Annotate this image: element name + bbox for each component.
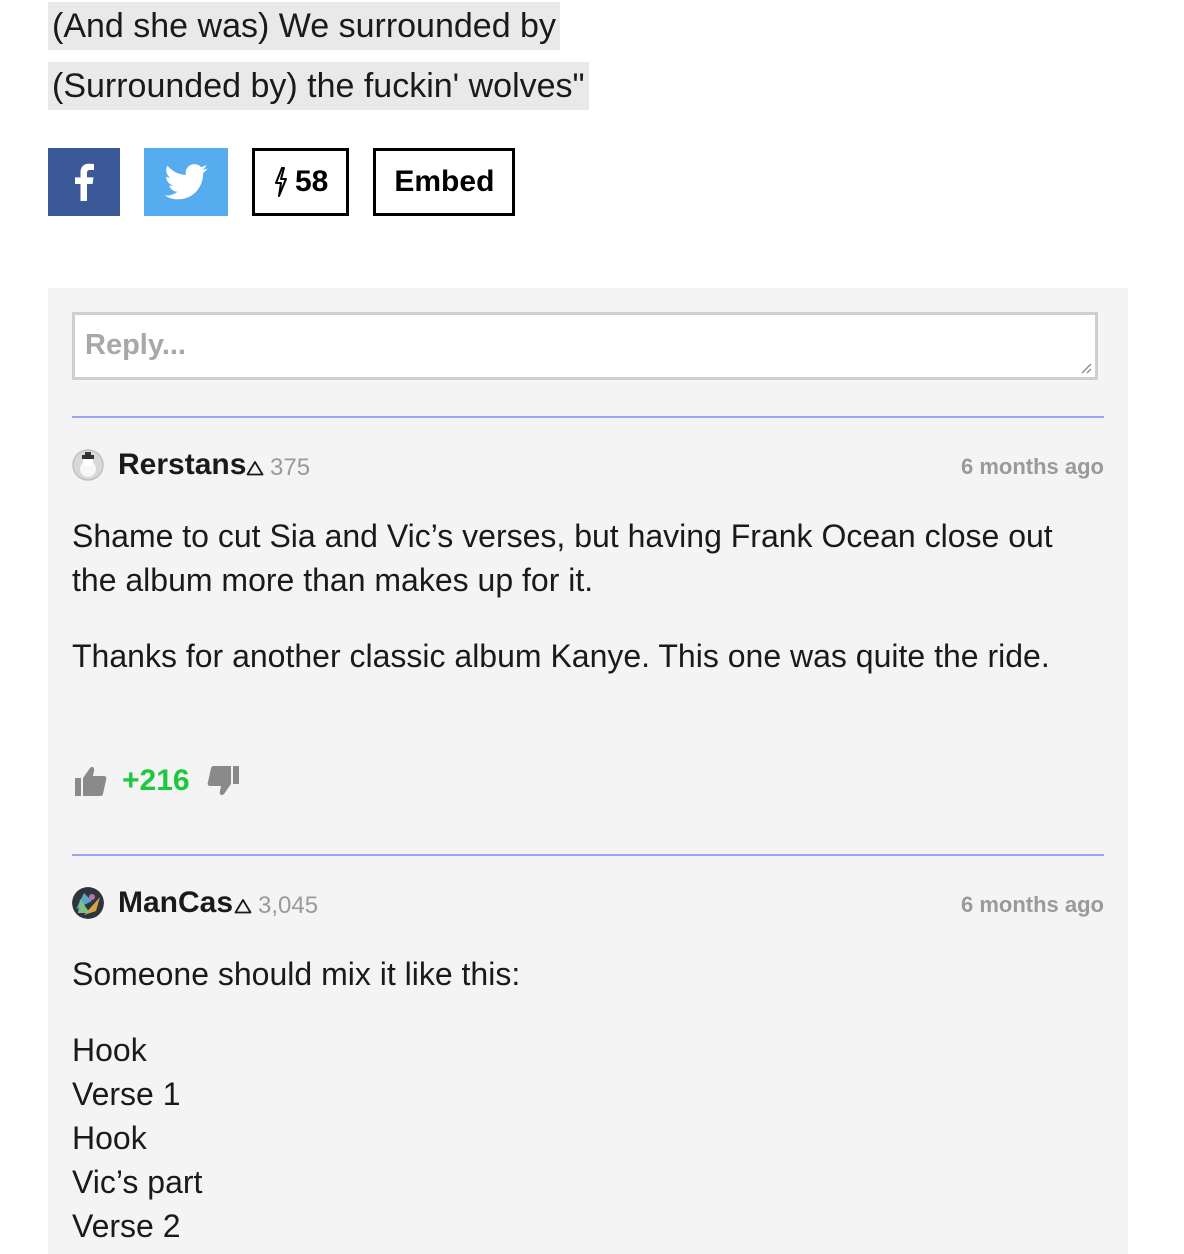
iq-score: 3,045	[234, 892, 318, 920]
comment-username[interactable]: ManCas	[118, 886, 233, 920]
list-item: Hook	[72, 1032, 147, 1068]
pyong-button[interactable]: 58	[252, 148, 350, 216]
iq-value: 375	[270, 454, 311, 481]
lyric-line[interactable]: (Surrounded by) the fuckin' wolves"	[48, 62, 589, 110]
lyrics-excerpt: (And she was) We surrounded by (Surround…	[48, 0, 589, 122]
iq-value: 3,045	[258, 892, 319, 919]
comments-panel: Reply... Rerstans 375 6 months ago Shame…	[48, 288, 1128, 1254]
comment-header: Rerstans 375 6 months ago	[72, 448, 1104, 484]
comment-paragraph: Shame to cut Sia and Vic’s verses, but h…	[72, 518, 1053, 598]
list-item: Verse 1	[72, 1076, 181, 1112]
avatar-image-icon	[72, 449, 104, 481]
facebook-share-button[interactable]	[48, 148, 120, 216]
twitter-icon	[164, 164, 208, 200]
comment-header: ManCas 3,045 6 months ago	[72, 886, 1104, 922]
iq-score: 375	[246, 454, 310, 482]
comment-username[interactable]: Rerstans	[118, 448, 246, 482]
twitter-share-button[interactable]	[144, 148, 228, 216]
comment-timestamp[interactable]: 6 months ago	[961, 892, 1104, 918]
comment-body: Someone should mix it like this: Hook Ve…	[72, 952, 1082, 1248]
list-item: Hook	[72, 1120, 147, 1156]
comment-divider	[72, 416, 1104, 418]
iq-triangle-icon	[246, 461, 264, 476]
lightning-bolt-icon	[275, 167, 287, 197]
avatar[interactable]	[72, 887, 104, 919]
iq-triangle-icon	[234, 899, 252, 914]
thumbs-down-icon[interactable]	[206, 764, 240, 798]
reply-placeholder: Reply...	[85, 329, 186, 361]
list-item: Vic’s part	[72, 1164, 203, 1200]
avatar-image-icon	[72, 887, 104, 919]
comment-paragraph: Thanks for another classic album Kanye. …	[72, 638, 1050, 674]
comment-paragraph: Someone should mix it like this:	[72, 956, 521, 992]
embed-label: Embed	[394, 165, 495, 198]
vote-score: +216	[122, 764, 190, 797]
avatar[interactable]	[72, 449, 104, 481]
vote-controls: +216	[74, 764, 240, 798]
comment-timestamp[interactable]: 6 months ago	[961, 454, 1104, 480]
list-item: Verse 2	[72, 1208, 181, 1244]
comment-list: Hook Verse 1 Hook Vic’s part Verse 2	[72, 1028, 1082, 1248]
facebook-icon	[75, 163, 94, 201]
share-bar: 58 Embed	[48, 148, 516, 216]
lyric-line[interactable]: (And she was) We surrounded by	[48, 2, 560, 50]
resize-grip-icon[interactable]	[1078, 360, 1092, 374]
comment-divider	[72, 854, 1104, 856]
thumbs-up-icon[interactable]	[74, 764, 108, 798]
reply-textarea[interactable]: Reply...	[72, 312, 1098, 380]
pyong-count: 58	[295, 165, 329, 198]
comment-body: Shame to cut Sia and Vic’s verses, but h…	[72, 514, 1082, 678]
embed-button[interactable]: Embed	[373, 148, 516, 216]
